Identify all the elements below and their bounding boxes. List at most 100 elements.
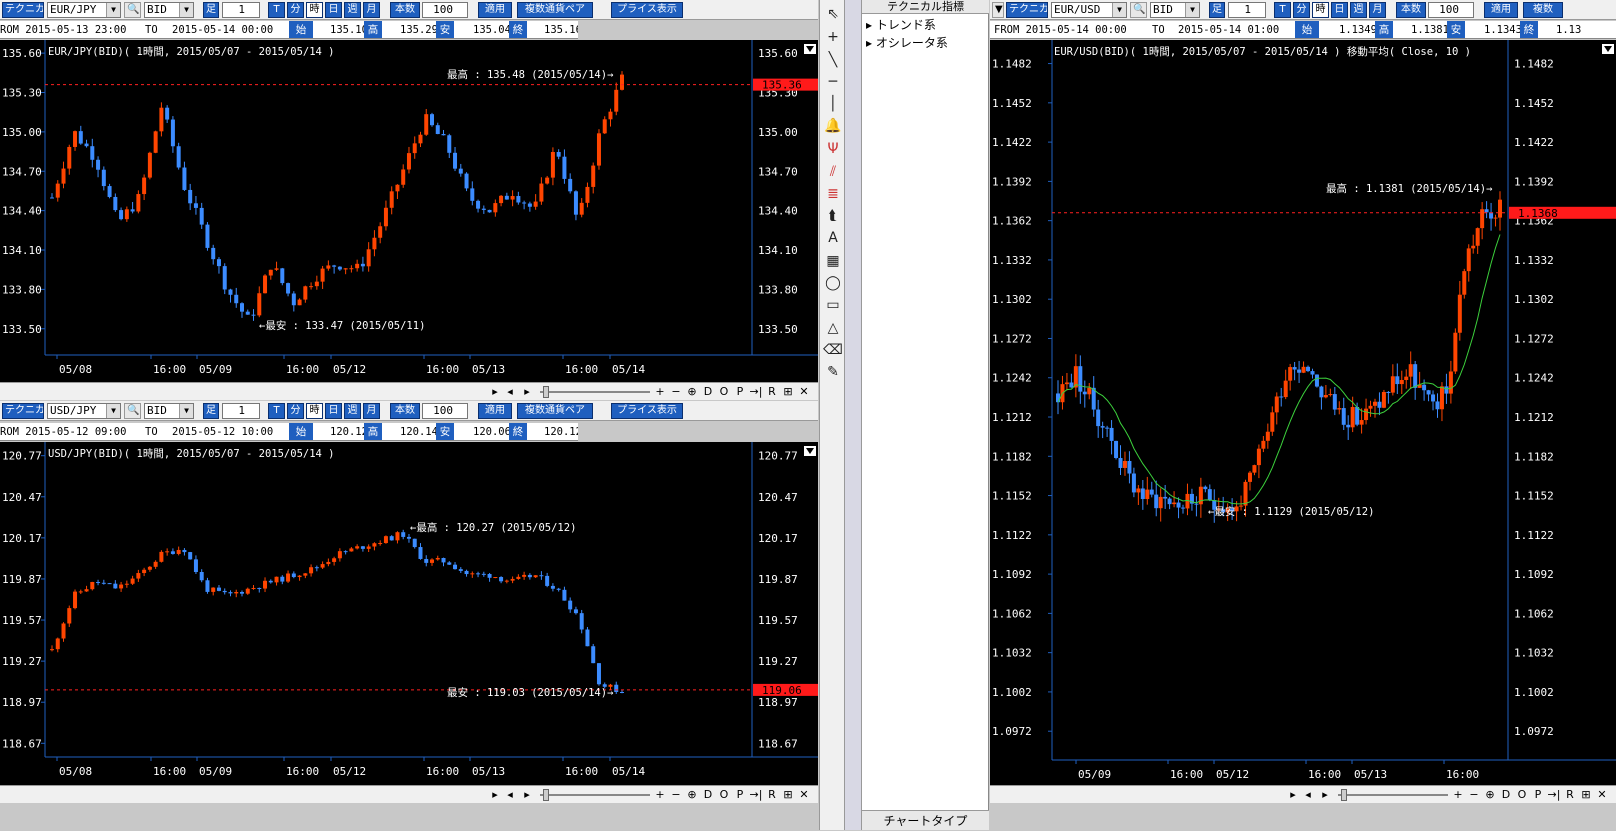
- unit-day-button[interactable]: 日: [325, 403, 342, 419]
- triangle-icon[interactable]: △: [822, 318, 844, 338]
- r-button[interactable]: R: [765, 384, 779, 399]
- close-icon[interactable]: ✕: [797, 787, 811, 802]
- ashi-input[interactable]: 1: [1228, 2, 1266, 18]
- count-input[interactable]: 100: [422, 403, 468, 419]
- side-select[interactable]: BID ▼: [144, 403, 194, 419]
- close-icon[interactable]: ✕: [1595, 787, 1609, 802]
- panel-divider[interactable]: [845, 0, 862, 830]
- ashi-input[interactable]: 1: [222, 403, 260, 419]
- pair-select[interactable]: USD/JPY ▼: [47, 403, 121, 419]
- settings-icon[interactable]: ⊞: [781, 787, 795, 802]
- horizontal-line-icon[interactable]: ─: [822, 72, 844, 92]
- scroll-start-icon[interactable]: ◂: [503, 384, 517, 399]
- search-icon[interactable]: 🔍: [124, 2, 141, 18]
- chart2-scrollbar[interactable]: ▸ ◂ ▸ + − ⊕ D O P →| R ⊞ ✕: [0, 785, 818, 803]
- multi-pair-button[interactable]: 複数通貨ペア: [517, 403, 593, 419]
- multi-pair-button[interactable]: 複数通貨ペア: [517, 2, 593, 18]
- d-button[interactable]: D: [701, 384, 715, 399]
- scroll-end-icon[interactable]: ▸: [1318, 787, 1332, 802]
- chart-type-tab[interactable]: チャートタイプ: [862, 810, 989, 830]
- p-button[interactable]: P: [733, 787, 747, 802]
- unit-tick-button[interactable]: T: [268, 2, 285, 18]
- unit-week-button[interactable]: 週: [1350, 2, 1367, 18]
- unit-minute-button[interactable]: 分: [1293, 2, 1310, 18]
- magnify-icon[interactable]: ⊕: [685, 787, 699, 802]
- scroll-right-icon[interactable]: ▸: [488, 384, 502, 399]
- scroll-right-icon[interactable]: ▸: [1286, 787, 1300, 802]
- zoom-slider-handle[interactable]: [543, 386, 549, 398]
- trendline-icon[interactable]: ╲: [822, 50, 844, 70]
- chart1-scrollbar[interactable]: ▸ ◂ ▸ + − ⊕ D O P →| R ⊞ ✕: [0, 382, 818, 400]
- ashi-input[interactable]: 1: [222, 2, 260, 18]
- zoom-in-icon[interactable]: +: [1451, 787, 1465, 802]
- tree-item-trend[interactable]: ▸ トレンド系: [866, 16, 936, 33]
- unit-tick-button[interactable]: T: [268, 403, 285, 419]
- apply-button[interactable]: 適用: [478, 403, 512, 419]
- chart1-pane[interactable]: 135.60 135.60 135.30 135.30 135.00 135.00 134.…: [0, 40, 818, 382]
- search-icon[interactable]: 🔍: [124, 403, 141, 419]
- scroll-right-icon[interactable]: ▸: [488, 787, 502, 802]
- technical-button[interactable]: テクニカル: [1006, 2, 1048, 18]
- price-display-button[interactable]: プライス表示: [611, 403, 683, 419]
- technical-button[interactable]: テクニカル: [2, 2, 44, 18]
- scroll-start-icon[interactable]: ◂: [503, 787, 517, 802]
- o-button[interactable]: O: [1515, 787, 1529, 802]
- jump-end-icon[interactable]: →|: [749, 384, 763, 399]
- zoom-slider[interactable]: [1338, 794, 1448, 796]
- side-select[interactable]: BID ▼: [144, 2, 194, 18]
- pair-select[interactable]: EUR/USD ▼: [1051, 2, 1127, 18]
- zoom-out-icon[interactable]: −: [669, 384, 683, 399]
- scroll-end-icon[interactable]: ▸: [520, 384, 534, 399]
- zoom-out-icon[interactable]: −: [1467, 787, 1481, 802]
- price-display-button[interactable]: プライス表示: [611, 2, 683, 18]
- d-button[interactable]: D: [1499, 787, 1513, 802]
- unit-minute-button[interactable]: 分: [287, 2, 304, 18]
- fibonacci-fan-icon[interactable]: ⫽: [822, 162, 844, 182]
- unit-month-button[interactable]: 月: [363, 403, 380, 419]
- pointer-icon[interactable]: ⇖: [822, 4, 844, 24]
- crosshair-icon[interactable]: +: [822, 27, 844, 47]
- o-button[interactable]: O: [717, 787, 731, 802]
- ellipse-icon[interactable]: ◯: [822, 273, 844, 293]
- scroll-end-icon[interactable]: ▸: [520, 787, 534, 802]
- fibonacci-retracement-icon[interactable]: ≣: [822, 184, 844, 204]
- erase-all-icon[interactable]: ✎: [822, 362, 844, 382]
- close-icon[interactable]: ✕: [797, 384, 811, 399]
- count-input[interactable]: 100: [422, 2, 468, 18]
- chart3-scrollbar[interactable]: ▸ ◂ ▸ + − ⊕ D O P →| R ⊞ ✕: [990, 785, 1616, 803]
- zoom-slider-handle[interactable]: [543, 789, 549, 801]
- chart2-pane[interactable]: 120.77 120.77 120.47 120.47 120.17 120.17 119.…: [0, 442, 818, 785]
- zoom-in-icon[interactable]: +: [653, 787, 667, 802]
- zoom-out-icon[interactable]: −: [669, 787, 683, 802]
- scroll-start-icon[interactable]: ◂: [1301, 787, 1315, 802]
- unit-day-button[interactable]: 日: [1331, 2, 1348, 18]
- settings-icon[interactable]: ⊞: [781, 384, 795, 399]
- unit-hour-button[interactable]: 時: [1312, 2, 1329, 18]
- p-button[interactable]: P: [1531, 787, 1545, 802]
- o-button[interactable]: O: [717, 384, 731, 399]
- unit-month-button[interactable]: 月: [363, 2, 380, 18]
- unit-hour-button[interactable]: 時: [306, 403, 323, 419]
- alert-bell-icon[interactable]: 🔔: [822, 116, 844, 136]
- zoom-slider[interactable]: [540, 391, 650, 393]
- table-icon[interactable]: ▦: [822, 251, 844, 271]
- unit-week-button[interactable]: 週: [344, 2, 361, 18]
- multi-pair-button[interactable]: 複数: [1523, 2, 1563, 18]
- zoom-slider-handle[interactable]: [1341, 789, 1347, 801]
- pair-select[interactable]: EUR/JPY ▼: [47, 2, 121, 18]
- search-icon[interactable]: 🔍: [1130, 2, 1147, 18]
- jump-end-icon[interactable]: →|: [749, 787, 763, 802]
- eraser-icon[interactable]: ⌫: [822, 340, 844, 360]
- d-button[interactable]: D: [701, 787, 715, 802]
- unit-tick-button[interactable]: T: [1274, 2, 1291, 18]
- jump-end-icon[interactable]: →|: [1547, 787, 1561, 802]
- count-input[interactable]: 100: [1428, 2, 1474, 18]
- rectangle-icon[interactable]: ▭: [822, 295, 844, 315]
- collapse-arrow[interactable]: ▼: [992, 2, 1004, 18]
- apply-button[interactable]: 適用: [1484, 2, 1518, 18]
- unit-minute-button[interactable]: 分: [287, 403, 304, 419]
- channel-icon[interactable]: ⮬: [822, 206, 844, 226]
- zoom-in-icon[interactable]: +: [653, 384, 667, 399]
- vertical-line-icon[interactable]: │: [822, 94, 844, 114]
- chart3-pane[interactable]: 1.1482 1.1482 1.1452 1.1452 1.1422 1.1422 1.13…: [990, 40, 1616, 785]
